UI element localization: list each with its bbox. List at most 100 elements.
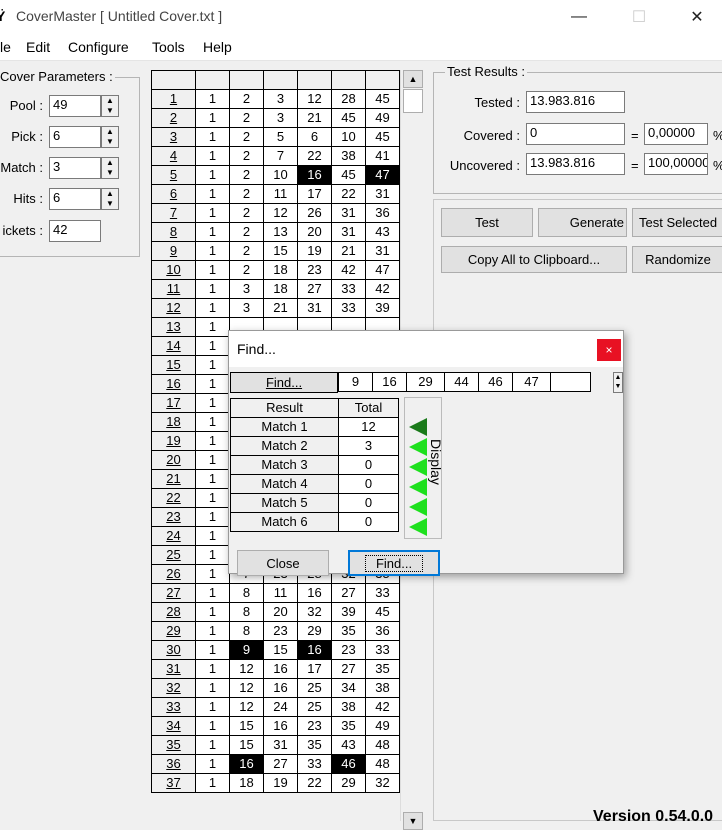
ticket-number-cell[interactable]: 21 <box>263 298 298 318</box>
row-number[interactable]: 26 <box>151 564 196 584</box>
ticket-number-cell[interactable]: 12 <box>297 89 332 109</box>
row-number[interactable]: 5 <box>151 165 196 185</box>
match-label[interactable]: Match 6 <box>230 512 339 532</box>
row-number[interactable]: 9 <box>151 241 196 261</box>
ticket-number-cell[interactable]: 8 <box>229 583 264 603</box>
randomize-button[interactable]: Randomize <box>632 246 722 273</box>
find-numbers-row[interactable]: 9 16 29 44 46 47 <box>338 372 591 392</box>
ticket-number-cell[interactable]: 2 <box>229 108 264 128</box>
ticket-number-cell[interactable]: 1 <box>195 469 230 489</box>
row-number[interactable]: 24 <box>151 526 196 546</box>
menu-configure[interactable]: Configure <box>68 39 129 55</box>
ticket-number-cell[interactable]: 10 <box>331 127 366 147</box>
copy-all-button[interactable]: Copy All to Clipboard... <box>441 246 627 273</box>
ticket-number-cell[interactable]: 1 <box>195 127 230 147</box>
ticket-number-cell[interactable]: 1 <box>195 89 230 109</box>
ticket-number-cell[interactable]: 1 <box>195 526 230 546</box>
ticket-number-cell[interactable]: 33 <box>365 583 400 603</box>
test-button[interactable]: Test <box>441 208 533 237</box>
row-number[interactable]: 12 <box>151 298 196 318</box>
ticket-number-cell[interactable]: 1 <box>195 146 230 166</box>
ticket-number-cell[interactable]: 11 <box>263 583 298 603</box>
table-row[interactable]: 35 1 15 31 35 43 48 <box>151 735 400 755</box>
row-number[interactable]: 34 <box>151 716 196 736</box>
result-row[interactable]: Match 1 12 <box>230 417 399 437</box>
ticket-number-cell[interactable]: 2 <box>229 127 264 147</box>
row-number[interactable]: 28 <box>151 602 196 622</box>
ticket-number-cell[interactable]: 15 <box>263 640 298 660</box>
ticket-number-cell[interactable]: 18 <box>229 773 264 793</box>
ticket-number-cell[interactable]: 35 <box>297 735 332 755</box>
row-number[interactable]: 33 <box>151 697 196 717</box>
find-numbers-button[interactable]: Find... <box>230 372 338 393</box>
ticket-number-cell[interactable]: 45 <box>365 127 400 147</box>
ticket-number-cell[interactable]: 48 <box>365 754 400 774</box>
pick-spinner[interactable]: ▲ ▼ <box>101 126 119 148</box>
row-number[interactable]: 7 <box>151 203 196 223</box>
ticket-number-cell[interactable]: 43 <box>365 222 400 242</box>
display-toggle-icon[interactable] <box>409 498 427 516</box>
ticket-number-cell[interactable]: 29 <box>297 621 332 641</box>
ticket-number-cell[interactable]: 1 <box>195 545 230 565</box>
ticket-number-cell[interactable]: 2 <box>229 89 264 109</box>
ticket-number-cell[interactable]: 47 <box>365 260 400 280</box>
ticket-number-cell[interactable]: 8 <box>229 621 264 641</box>
ticket-number-cell[interactable]: 48 <box>365 735 400 755</box>
ticket-number-cell[interactable]: 45 <box>331 165 366 185</box>
table-row[interactable]: 6 1 2 11 17 22 31 <box>151 184 400 204</box>
ticket-number-cell[interactable]: 1 <box>195 336 230 356</box>
ticket-number-cell[interactable]: 1 <box>195 431 230 451</box>
ticket-number-cell[interactable]: 19 <box>263 773 298 793</box>
ticket-number-cell[interactable]: 22 <box>297 146 332 166</box>
ticket-number-cell[interactable]: 45 <box>331 108 366 128</box>
ticket-number-cell[interactable]: 34 <box>331 678 366 698</box>
ticket-number-cell[interactable]: 23 <box>297 716 332 736</box>
ticket-number-cell[interactable]: 45 <box>365 89 400 109</box>
table-row[interactable]: 33 1 12 24 25 38 42 <box>151 697 400 717</box>
row-number[interactable]: 37 <box>151 773 196 793</box>
ticket-number-cell[interactable]: 31 <box>365 184 400 204</box>
ticket-number-cell[interactable]: 2 <box>229 165 264 185</box>
row-number[interactable]: 1 <box>151 89 196 109</box>
ticket-number-cell[interactable]: 1 <box>195 222 230 242</box>
ticket-number-cell[interactable]: 26 <box>297 203 332 223</box>
ticket-number-cell[interactable]: 20 <box>297 222 332 242</box>
pool-spinner[interactable]: ▲ ▼ <box>101 95 119 117</box>
display-toggle-icon[interactable] <box>409 458 427 476</box>
ticket-number-cell[interactable]: 1 <box>195 450 230 470</box>
table-row[interactable]: 10 1 2 18 23 42 47 <box>151 260 400 280</box>
table-row[interactable]: 34 1 15 16 23 35 49 <box>151 716 400 736</box>
menu-file[interactable]: le <box>0 39 11 55</box>
ticket-number-cell[interactable]: 2 <box>229 203 264 223</box>
table-row[interactable]: 4 1 2 7 22 38 41 <box>151 146 400 166</box>
ticket-number-cell[interactable]: 32 <box>297 602 332 622</box>
ticket-number-cell[interactable]: 3 <box>263 89 298 109</box>
ticket-number-cell[interactable]: 2 <box>229 222 264 242</box>
find-number-cell[interactable]: 46 <box>478 372 513 392</box>
match-label[interactable]: Match 2 <box>230 436 339 456</box>
ticket-number-cell[interactable]: 16 <box>263 678 298 698</box>
ticket-number-cell[interactable]: 33 <box>365 640 400 660</box>
ticket-number-cell[interactable]: 16 <box>297 640 332 660</box>
ticket-number-cell[interactable]: 49 <box>365 716 400 736</box>
scroll-thumb[interactable] <box>403 89 423 113</box>
ticket-number-cell[interactable]: 31 <box>365 241 400 261</box>
ticket-number-cell[interactable]: 1 <box>195 374 230 394</box>
table-row[interactable]: 9 1 2 15 19 21 31 <box>151 241 400 261</box>
match-label[interactable]: Match 5 <box>230 493 339 513</box>
ticket-number-cell[interactable]: 10 <box>263 165 298 185</box>
find-number-cell[interactable]: 47 <box>512 372 551 392</box>
ticket-number-cell[interactable]: 33 <box>331 279 366 299</box>
ticket-number-cell[interactable]: 43 <box>331 735 366 755</box>
row-number[interactable]: 10 <box>151 260 196 280</box>
find-number-cell[interactable] <box>550 372 591 392</box>
grid-column-header[interactable] <box>365 70 400 90</box>
row-number[interactable]: 35 <box>151 735 196 755</box>
ticket-number-cell[interactable]: 25 <box>297 697 332 717</box>
row-number[interactable]: 15 <box>151 355 196 375</box>
result-row[interactable]: Match 60 <box>230 512 399 532</box>
ticket-number-cell[interactable]: 1 <box>195 393 230 413</box>
uncovered-field[interactable]: 13.983.816 <box>526 153 625 175</box>
ticket-number-cell[interactable]: 31 <box>331 203 366 223</box>
ticket-number-cell[interactable]: 15 <box>229 735 264 755</box>
